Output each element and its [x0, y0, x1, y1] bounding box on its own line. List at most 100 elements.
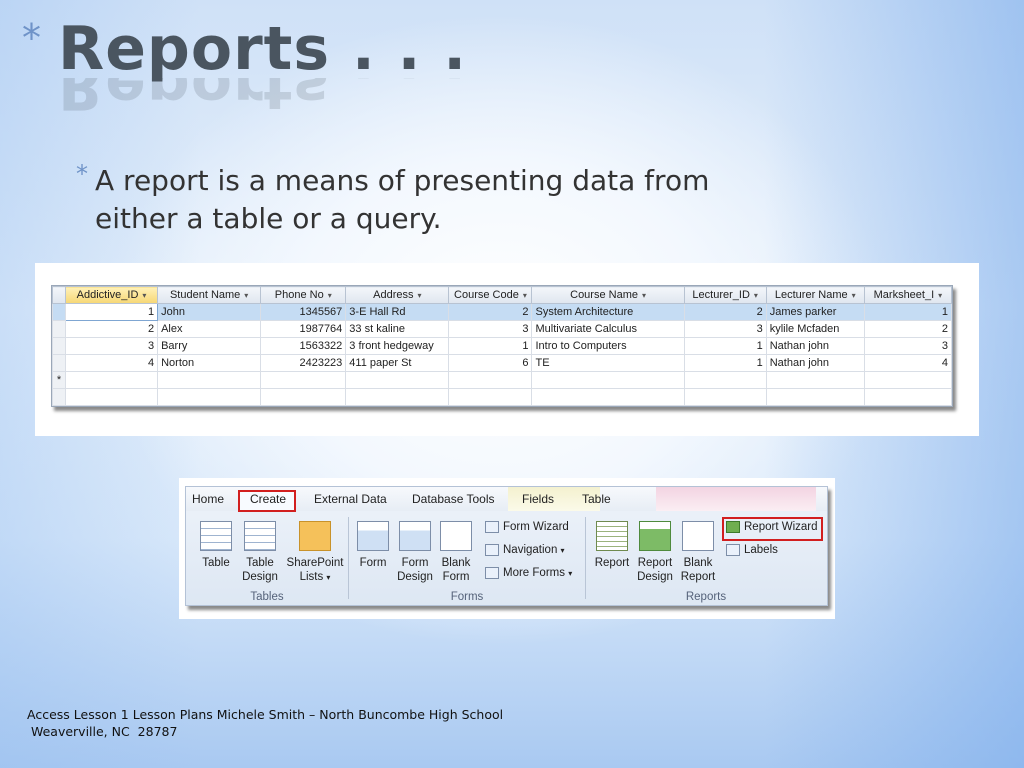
table-row[interactable]: 1 John 1345567 3-E Hall Rd 2 System Arch…	[52, 303, 953, 321]
sharepoint-lists-icon	[299, 521, 331, 551]
form-wizard-button[interactable]: Form Wizard	[485, 521, 569, 533]
navigation-button[interactable]: Navigation ▾	[485, 544, 565, 556]
table-cell[interactable]: 3 front hedgeway	[345, 337, 450, 355]
sort-arrow-icon[interactable]: ▾	[523, 291, 527, 300]
ribbon-image: Home Create External Data Database Tools…	[179, 478, 835, 619]
datasheet: Addictive_ID ▾ Student Name ▾ Phone No ▾ Ad…	[51, 285, 953, 407]
table-cell[interactable]: 1	[64, 303, 159, 321]
table-cell[interactable]: 411 paper St	[345, 354, 450, 372]
table-cell[interactable]: 1	[448, 337, 533, 355]
sort-arrow-icon[interactable]: ▾	[244, 291, 248, 300]
table-cell[interactable]: Intro to Computers	[531, 337, 685, 355]
new-record-row[interactable]: *	[52, 371, 953, 389]
sort-arrow-icon[interactable]: ▾	[142, 291, 146, 300]
table-design-button[interactable]: Table Design	[238, 521, 282, 584]
sort-arrow-icon[interactable]: ▾	[852, 291, 856, 300]
table-cell[interactable]: System Architecture	[531, 303, 685, 321]
table-row[interactable]: 2 Alex 1987764 33 st kaline 3 Multivaria…	[52, 320, 953, 338]
blank-row	[52, 388, 953, 406]
table-cell[interactable]: James parker	[765, 303, 865, 321]
footer-line-2: Weaverville, NC 28787	[27, 724, 178, 739]
table-cell[interactable]: TE	[531, 354, 685, 372]
labels-icon	[726, 544, 740, 556]
table-row[interactable]: 4 Norton 2423223 411 paper St 6 TE 1 Nat…	[52, 354, 953, 372]
form-button[interactable]: Form	[355, 521, 391, 570]
reports-group-label: Reports	[685, 591, 727, 603]
tab-table[interactable]: Table	[582, 492, 611, 506]
table-icon	[200, 521, 232, 551]
table-cell[interactable]: 3-E Hall Rd	[345, 303, 450, 321]
form-design-icon	[399, 521, 431, 551]
column-header[interactable]: Addictive_ID ▾	[64, 286, 159, 304]
table-cell[interactable]: 1	[863, 303, 953, 321]
sharepoint-lists-button[interactable]: SharePoint Lists ▾	[284, 521, 346, 585]
row-selector[interactable]	[52, 337, 66, 355]
sort-arrow-icon[interactable]: ▾	[938, 291, 942, 300]
table-cell[interactable]: 1987764	[260, 320, 347, 338]
row-selector[interactable]	[52, 303, 66, 321]
labels-button[interactable]: Labels	[726, 544, 778, 556]
table-cell[interactable]: 3	[64, 337, 159, 355]
column-header[interactable]: Course Name ▾	[531, 286, 685, 304]
form-design-button[interactable]: Form Design	[395, 521, 435, 584]
table-cell[interactable]: 3	[448, 320, 533, 338]
column-header[interactable]: Marksheet_I ▾	[863, 286, 953, 304]
table-cell[interactable]: 2	[448, 303, 533, 321]
table-cell[interactable]: 2	[863, 320, 953, 338]
table-cell[interactable]: 6	[448, 354, 533, 372]
table-cell[interactable]: John	[157, 303, 262, 321]
sort-arrow-icon[interactable]: ▾	[642, 291, 646, 300]
tab-home[interactable]: Home	[192, 492, 224, 506]
report-button[interactable]: Report	[592, 521, 632, 570]
tab-database-tools[interactable]: Database Tools	[412, 492, 495, 506]
table-cell[interactable]: 4	[863, 354, 953, 372]
blank-report-button[interactable]: Blank Report	[678, 521, 718, 584]
sort-arrow-icon[interactable]: ▾	[328, 291, 332, 300]
column-header[interactable]: Lecturer Name ▾	[765, 286, 865, 304]
sort-arrow-icon[interactable]: ▾	[754, 291, 758, 300]
table-cell[interactable]: Barry	[157, 337, 262, 355]
table-cell[interactable]: Nathan john	[765, 337, 865, 355]
column-header[interactable]: Address ▾	[345, 286, 450, 304]
report-design-button[interactable]: Report Design	[634, 521, 676, 584]
row-selector[interactable]	[52, 320, 66, 338]
row-selector-header[interactable]	[52, 286, 66, 304]
sort-arrow-icon[interactable]: ▾	[418, 291, 422, 300]
blank-form-button[interactable]: Blank Form	[439, 521, 473, 584]
forms-group: Form Form Design Blank Form Form Wizard …	[349, 513, 585, 605]
table-cell[interactable]: 1	[683, 337, 767, 355]
table-row[interactable]: 3 Barry 1563322 3 front hedgeway 1 Intro…	[52, 337, 953, 355]
context-band	[656, 487, 816, 511]
table-cell[interactable]: 33 st kaline	[345, 320, 450, 338]
table-cell[interactable]: kylile Mcfaden	[765, 320, 865, 338]
blank-report-icon	[682, 521, 714, 551]
row-selector[interactable]	[52, 354, 66, 372]
form-icon	[357, 521, 389, 551]
column-header[interactable]: Lecturer_ID ▾	[683, 286, 767, 304]
table-cell[interactable]: Alex	[157, 320, 262, 338]
table-cell[interactable]: 4	[64, 354, 159, 372]
column-header[interactable]: Course Code ▾	[448, 286, 533, 304]
table-cell[interactable]: 1	[683, 354, 767, 372]
tab-external-data[interactable]: External Data	[314, 492, 387, 506]
table-cell[interactable]: 2	[683, 303, 767, 321]
table-cell[interactable]: 3	[863, 337, 953, 355]
table-cell[interactable]: 2	[64, 320, 159, 338]
datasheet-image: Addictive_ID ▾ Student Name ▾ Phone No ▾ Ad…	[35, 263, 979, 436]
table-cell[interactable]: 3	[683, 320, 767, 338]
slide-title: Reports . . .	[58, 14, 468, 84]
table-cell[interactable]: Norton	[157, 354, 262, 372]
tab-fields[interactable]: Fields	[522, 492, 554, 506]
more-forms-button[interactable]: More Forms ▾	[485, 567, 572, 579]
table-cell[interactable]: 1563322	[260, 337, 347, 355]
tab-create[interactable]: Create	[250, 492, 286, 506]
column-header[interactable]: Phone No ▾	[260, 286, 347, 304]
navigation-icon	[485, 544, 499, 556]
table-cell[interactable]: 2423223	[260, 354, 347, 372]
table-cell[interactable]: Nathan john	[765, 354, 865, 372]
table-cell[interactable]: Multivariate Calculus	[531, 320, 685, 338]
table-button[interactable]: Table	[196, 521, 236, 570]
table-cell[interactable]: 1345567	[260, 303, 347, 321]
column-header[interactable]: Student Name ▾	[157, 286, 262, 304]
title-asterisk: *	[22, 16, 41, 60]
